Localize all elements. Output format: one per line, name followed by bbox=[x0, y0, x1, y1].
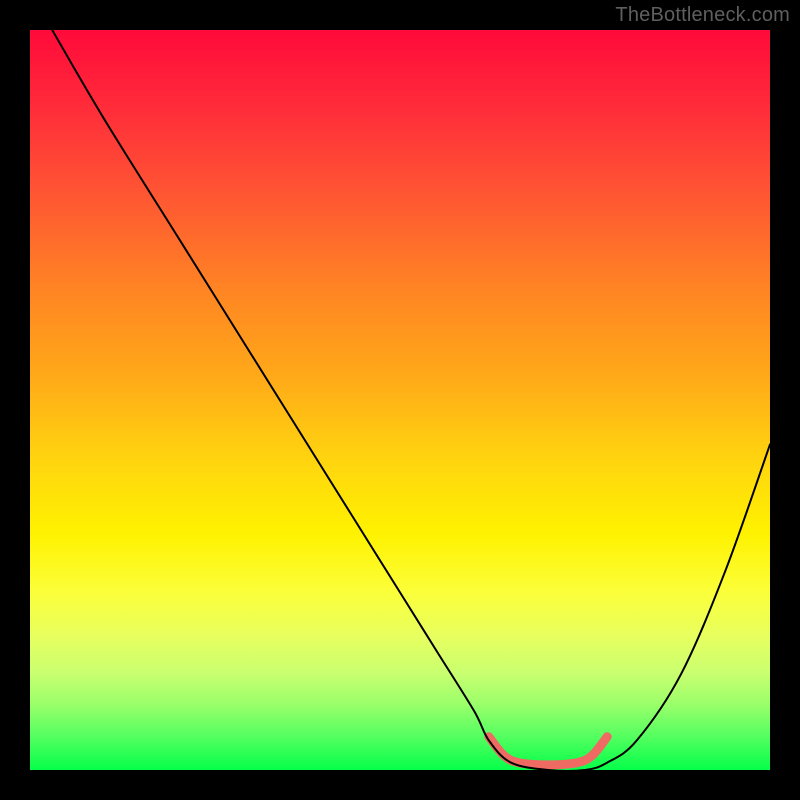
curve-path bbox=[52, 30, 770, 771]
watermark-text: TheBottleneck.com bbox=[615, 4, 790, 27]
chart-svg bbox=[30, 30, 770, 770]
plot-area bbox=[30, 30, 770, 770]
chart-frame: TheBottleneck.com bbox=[0, 0, 800, 800]
